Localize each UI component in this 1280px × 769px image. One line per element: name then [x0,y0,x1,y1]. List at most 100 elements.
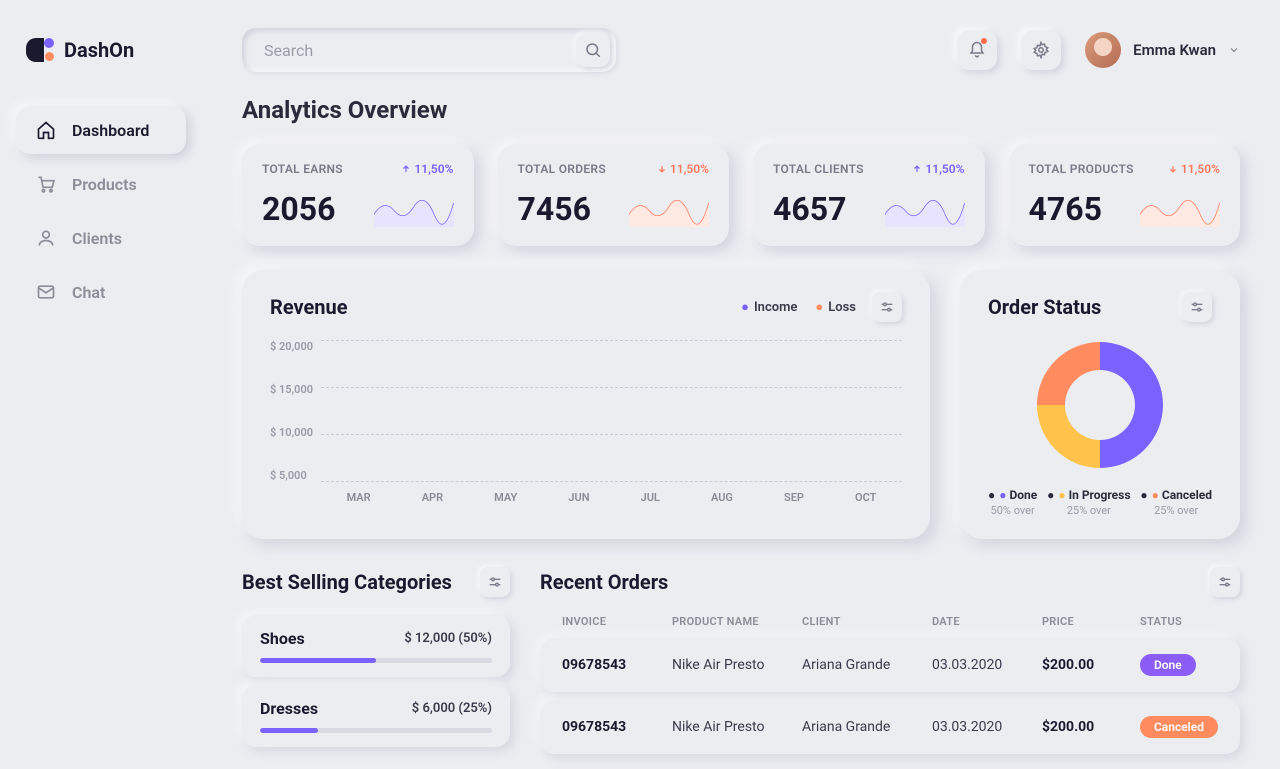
stat-label: TOTAL CLIENTS [773,162,864,176]
legend-income: Income [741,299,797,315]
sidebar-item-chat[interactable]: Chat [16,268,186,316]
gear-icon [1032,41,1050,59]
stat-delta: 11,50% [657,162,709,176]
os-legend-label: ● Canceled [1140,488,1212,502]
table-header: INVOICE PRODUCT NAME CLIENT DATE PRICE S… [540,615,1240,638]
ytick: $ 10,000 [270,426,313,439]
notification-dot-icon [981,38,987,44]
logo: DashOn [16,36,186,106]
status-badge: Done [1140,654,1196,676]
settings-button[interactable] [1021,30,1061,70]
user-menu[interactable]: Emma Kwan [1085,32,1240,68]
revenue-card: Revenue Income Loss $ 20,000$ 15,000$ 10… [242,270,930,539]
xtick: MAY [494,491,517,504]
os-legend-sub: 25% over [1047,504,1130,517]
main: Emma Kwan Analytics Overview TOTAL EARNS… [202,0,1280,769]
cell-status: Done [1140,654,1218,676]
stats-row: TOTAL EARNS 11,50% 2056 TOTAL ORDERS 11,… [242,144,1240,246]
best-selling-section: Best Selling Categories Shoes $ 12,000 (5… [242,567,510,762]
category-name: Dresses [260,699,318,718]
sparkline-icon [885,191,965,227]
category-name: Shoes [260,629,305,648]
arrow-up-icon [401,164,411,174]
th-client: CLIENT [802,615,932,628]
os-legend-sub: 25% over [1140,504,1212,517]
search-button[interactable] [576,33,610,67]
sidebar-item-products[interactable]: Products [16,160,186,208]
category-value: $ 6,000 (25%) [412,701,492,716]
order-status-title: Order Status [988,295,1101,319]
search-input[interactable] [264,41,576,60]
donut-slice [1037,342,1100,405]
arrow-down-icon [657,164,667,174]
category-value: $ 12,000 (50%) [404,631,492,646]
stat-delta: 11,50% [1168,162,1220,176]
home-icon [36,120,56,140]
stat-label: TOTAL EARNS [262,162,343,176]
sliders-icon [879,299,895,315]
cell-product: Nike Air Presto [672,657,802,673]
legend-loss: Loss [815,299,856,315]
sliders-icon [1217,574,1233,590]
order-status-card: Order Status ● Done50% over● In Progress… [960,270,1240,539]
logo-mark-icon [26,36,54,64]
stat-label: TOTAL PRODUCTS [1029,162,1134,176]
brand-name: DashOn [64,38,134,62]
stat-delta: 11,50% [912,162,964,176]
page-title: Analytics Overview [242,96,1240,124]
arrow-down-icon [1168,164,1178,174]
sliders-icon [487,574,503,590]
ytick: $ 5,000 [270,469,313,482]
stat-value: 4765 [1029,190,1102,228]
recent-filter-button[interactable] [1210,567,1240,597]
revenue-filter-button[interactable] [872,292,902,322]
arrow-up-icon [912,164,922,174]
xtick: JUL [641,491,660,504]
bsc-filter-button[interactable] [480,567,510,597]
os-legend-item: ● Canceled 25% over [1140,488,1212,517]
cell-date: 03.03.2020 [932,657,1042,673]
sparkline-icon [629,191,709,227]
nav-label: Dashboard [72,121,149,140]
stat-value: 2056 [262,190,335,228]
search[interactable] [242,28,616,72]
stat-label: TOTAL ORDERS [518,162,606,176]
chevron-down-icon [1228,44,1240,56]
sidebar-item-clients[interactable]: Clients [16,214,186,262]
notifications-button[interactable] [957,30,997,70]
sparkline-icon [1140,191,1220,227]
cell-status: Canceled [1140,716,1218,738]
cell-client: Ariana Grande [802,719,932,735]
donut-slice [1100,342,1163,468]
recent-orders-section: Recent Orders INVOICE PRODUCT NAME CLIEN… [540,567,1240,762]
xtick: AUG [711,491,733,504]
th-invoice: INVOICE [562,615,672,628]
os-legend-item: ● In Progress 25% over [1047,488,1130,517]
stat-card: TOTAL CLIENTS 11,50% 4657 [753,144,985,246]
xtick: SEP [784,491,804,504]
user-icon [36,228,56,248]
nav-label: Chat [72,283,105,302]
avatar [1085,32,1121,68]
sparkline-icon [374,191,454,227]
sidebar-item-dashboard[interactable]: Dashboard [16,106,186,154]
stat-delta: 11,50% [401,162,453,176]
category-bar [260,728,492,733]
sliders-icon [1189,299,1205,315]
mail-icon [36,282,56,302]
table-row[interactable]: 09678543Nike Air PrestoAriana Grande03.0… [540,700,1240,754]
revenue-title: Revenue [270,295,348,319]
search-icon [584,41,602,59]
xtick: OCT [855,491,876,504]
order-status-filter-button[interactable] [1182,292,1212,322]
order-status-donut [1035,340,1165,470]
bsc-title: Best Selling Categories [242,570,452,594]
sidebar: DashOn Dashboard Products Clients Chat [0,0,202,769]
stat-value: 4657 [773,190,846,228]
os-legend-label: ● In Progress [1047,488,1130,502]
stat-card: TOTAL EARNS 11,50% 2056 [242,144,474,246]
xtick: JUN [568,491,589,504]
table-row[interactable]: 09678543Nike Air PrestoAriana Grande03.0… [540,638,1240,692]
revenue-legend: Income Loss [741,299,856,315]
ytick: $ 15,000 [270,383,313,396]
